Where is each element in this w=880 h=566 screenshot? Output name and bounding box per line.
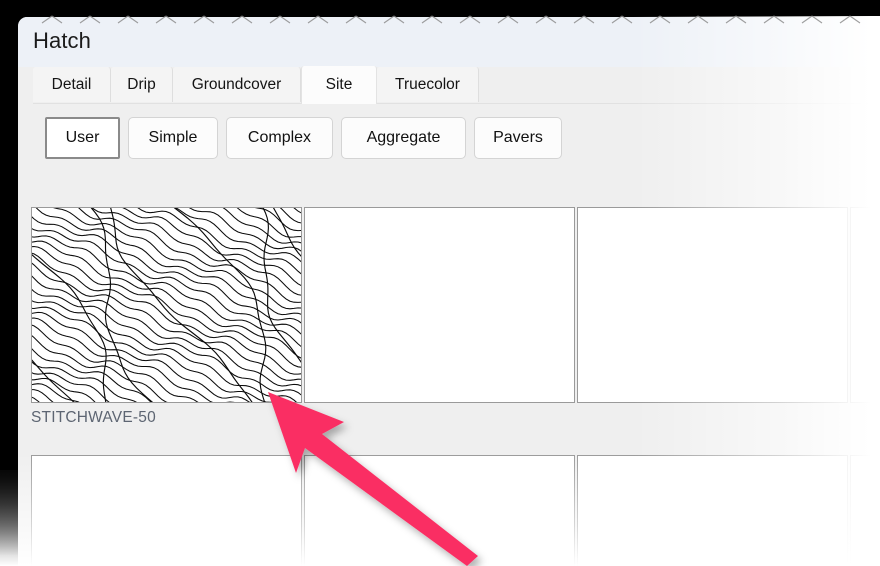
tab-site[interactable]: Site xyxy=(301,66,377,104)
category-button-pavers[interactable]: Pavers xyxy=(474,117,562,159)
category-button-simple[interactable]: Simple xyxy=(128,117,218,159)
category-button-label: Pavers xyxy=(493,129,543,146)
category-button-label: Aggregate xyxy=(366,129,441,146)
hatch-swatch-empty[interactable] xyxy=(304,207,575,403)
hatch-swatch-empty[interactable] xyxy=(850,455,880,566)
tab-strip-underline xyxy=(33,103,880,104)
tab-detail[interactable]: Detail xyxy=(33,67,111,102)
tab-drip[interactable]: Drip xyxy=(111,67,173,102)
swatch-cell xyxy=(304,207,575,409)
tab-label: Site xyxy=(325,76,353,93)
tab-label: Groundcover xyxy=(191,75,282,93)
background-band-top xyxy=(0,0,880,16)
background-band-left xyxy=(0,0,18,470)
category-button-aggregate[interactable]: Aggregate xyxy=(341,117,466,159)
hatch-swatch-empty[interactable] xyxy=(304,455,575,566)
category-button-label: Complex xyxy=(247,129,312,146)
swatch-cell xyxy=(31,455,302,566)
tab-truecolor[interactable]: Truecolor xyxy=(377,67,479,102)
swatch-cell xyxy=(850,207,880,409)
hatch-swatch-stitchwave-50[interactable] xyxy=(31,207,302,403)
hatch-swatch-grid: STITCHWAVE-50 xyxy=(31,207,880,566)
dialog-title-bar: Hatch xyxy=(18,17,880,67)
hatch-dialog-window: Hatch Detail Drip Groundcover Site Truecolor… xyxy=(18,17,880,566)
swatch-cell: STITCHWAVE-50 xyxy=(31,207,302,427)
swatch-cell xyxy=(304,455,575,566)
background-band-left-fade xyxy=(0,440,18,566)
hatch-swatch-empty[interactable] xyxy=(577,207,848,403)
page-title: Hatch xyxy=(33,28,91,53)
tab-label: Drip xyxy=(127,75,156,93)
swatch-cell xyxy=(850,455,880,566)
swatch-cell xyxy=(577,455,848,566)
category-button-bar: User Simple Complex Aggregate Pavers xyxy=(45,117,880,161)
tab-strip: Detail Drip Groundcover Site Truecolor xyxy=(33,66,880,104)
tab-label: Truecolor xyxy=(395,75,460,93)
category-button-label: Simple xyxy=(148,129,198,146)
swatch-cell xyxy=(577,207,848,409)
category-button-label: User xyxy=(65,129,100,146)
tab-groundcover[interactable]: Groundcover xyxy=(173,67,301,102)
category-button-complex[interactable]: Complex xyxy=(226,117,333,159)
hatch-swatch-label: STITCHWAVE-50 xyxy=(31,409,156,426)
tab-label: Detail xyxy=(51,75,92,93)
hatch-swatch-empty[interactable] xyxy=(31,455,302,566)
hatch-swatch-empty[interactable] xyxy=(577,455,848,566)
category-button-user[interactable]: User xyxy=(45,117,120,159)
hatch-swatch-empty[interactable] xyxy=(850,207,880,403)
